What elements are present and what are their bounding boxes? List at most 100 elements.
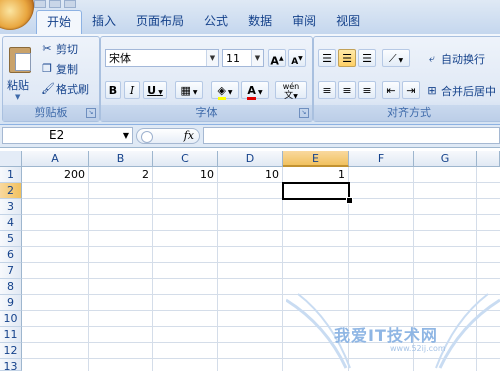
paste-icon[interactable] (7, 43, 33, 73)
clipboard-group: 粘贴 ▼ ✂ 剪切 ❐ 复制 🖌 格式刷 剪贴板 ↘ (2, 36, 100, 122)
chevron-down-icon[interactable]: ▼ (206, 50, 218, 66)
scissors-icon: ✂ (42, 42, 52, 55)
italic-button[interactable]: I (124, 81, 140, 99)
column-header-extra[interactable] (477, 151, 500, 167)
chevron-down-icon[interactable]: ▼ (251, 50, 263, 66)
column-header-c[interactable]: C (153, 151, 218, 167)
copy-button[interactable]: ❐ 复制 (41, 61, 78, 77)
font-size-value: 11 (226, 52, 240, 65)
align-top-button[interactable]: ☰ (318, 49, 336, 67)
copy-label: 复制 (56, 63, 78, 76)
tab-page-layout[interactable]: 页面布局 (126, 10, 194, 32)
cell-e1[interactable]: 1 (283, 167, 349, 183)
cell-a1[interactable]: 200 (22, 167, 89, 183)
phonetic-label: wén (282, 82, 300, 91)
align-bottom-button[interactable]: ☰ (358, 49, 376, 67)
align-top-icon: ☰ (322, 52, 332, 65)
tab-home[interactable]: 开始 (36, 10, 83, 34)
wrap-text-icon: ⤶ (428, 52, 436, 65)
quick-access-toolbar (34, 0, 194, 8)
wrap-text-label: 自动换行 (441, 53, 485, 66)
align-center-button[interactable]: ≡ (338, 81, 356, 99)
font-name-value: 宋体 (109, 52, 131, 65)
tab-review[interactable]: 审阅 (282, 10, 326, 32)
insert-function-area: fx (136, 128, 200, 144)
formula-bar: E2 ▼ fx (0, 125, 500, 148)
chevron-down-icon[interactable]: ▼ (123, 128, 129, 143)
copy-icon: ❐ (42, 62, 52, 75)
fill-handle[interactable] (346, 197, 353, 204)
expand-icon[interactable] (141, 131, 153, 143)
merge-center-button[interactable]: ⊞ 合并后居中 (426, 83, 496, 99)
format-painter-label: 格式刷 (56, 83, 89, 96)
tab-insert[interactable]: 插入 (82, 10, 126, 32)
cell-b1[interactable]: 2 (89, 167, 153, 183)
ribbon-tab-bar: 开始 插入 页面布局 公式 数据 审阅 视图 (0, 0, 500, 35)
column-header-b[interactable]: B (89, 151, 153, 167)
column-header-d[interactable]: D (218, 151, 283, 167)
decrease-indent-button[interactable]: ⇤ (382, 81, 400, 99)
chevron-down-icon[interactable]: ▼ (15, 93, 20, 101)
save-icon[interactable] (34, 0, 46, 8)
column-header-g[interactable]: G (414, 151, 477, 167)
align-middle-icon: ☰ (342, 52, 352, 65)
format-painter-button[interactable]: 🖌 格式刷 (41, 81, 89, 97)
undo-icon[interactable] (49, 0, 61, 8)
align-bottom-icon: ☰ (362, 52, 372, 65)
column-header-e[interactable]: E (283, 151, 349, 167)
grow-font-button[interactable]: A▲ (268, 49, 286, 68)
increase-indent-button[interactable]: ⇥ (402, 81, 420, 99)
paste-button-label[interactable]: 粘贴 (7, 77, 29, 93)
wrap-text-button[interactable]: ⤶ 自动换行 (426, 51, 485, 67)
grow-font-label: A (270, 54, 279, 68)
paintbrush-icon: 🖌 (41, 82, 55, 95)
font-size-select[interactable]: 11 ▼ (222, 49, 264, 67)
align-center-icon: ≡ (342, 84, 352, 97)
alignment-group-label: 对齐方式 (314, 105, 500, 121)
column-lines (0, 167, 500, 371)
orientation-icon: ⟋ (388, 52, 397, 65)
merge-cells-icon: ⊞ (427, 84, 437, 97)
font-group-label: 字体 (101, 105, 312, 121)
redo-icon[interactable] (64, 0, 76, 8)
font-name-select[interactable]: 宋体 ▼ (105, 49, 219, 67)
tab-view[interactable]: 视图 (326, 10, 370, 32)
align-right-button[interactable]: ≡ (358, 81, 376, 99)
align-middle-button[interactable]: ☰ (338, 49, 356, 67)
cut-label: 剪切 (56, 43, 78, 56)
cell-d1[interactable]: 10 (218, 167, 283, 183)
font-color-button[interactable]: A ▼ (241, 81, 269, 100)
increase-indent-icon: ⇥ (406, 84, 416, 97)
office-button[interactable] (0, 0, 34, 30)
font-color-label: A (247, 84, 256, 100)
borders-button[interactable]: ▦ ▼ (175, 81, 203, 99)
cell-c1[interactable]: 10 (153, 167, 218, 183)
orientation-button[interactable]: ⟋ ▼ (382, 49, 410, 67)
clipboard-launcher-icon[interactable]: ↘ (86, 108, 96, 118)
alignment-group: ☰ ☰ ☰ ⟋ ▼ ≡ ≡ ≡ ⇤ ⇥ ⤶ 自动换行 ⊞ 合并后居中 对齐方式 (313, 36, 500, 122)
tab-formulas[interactable]: 公式 (194, 10, 238, 32)
underline-button[interactable]: U ▼ (143, 81, 167, 99)
name-box-value: E2 (49, 128, 65, 142)
align-left-button[interactable]: ≡ (318, 81, 336, 99)
fill-color-button[interactable]: ◈ ▼ (211, 81, 239, 100)
font-launcher-icon[interactable]: ↘ (299, 108, 309, 118)
align-right-icon: ≡ (362, 84, 372, 97)
column-header-f[interactable]: F (349, 151, 414, 167)
select-all-corner[interactable] (0, 151, 22, 167)
cut-button[interactable]: ✂ 剪切 (41, 41, 78, 57)
insert-function-button[interactable]: fx (184, 129, 194, 142)
shrink-font-button[interactable]: A▼ (288, 49, 306, 67)
tab-data[interactable]: 数据 (238, 10, 282, 32)
formula-input[interactable] (203, 127, 500, 144)
font-group: 宋体 ▼ 11 ▼ A▲ A▼ B I U ▼ ▦ ▼ ◈ ▼ A ▼ wén … (100, 36, 313, 122)
align-left-icon: ≡ (322, 84, 332, 97)
phonetic-button[interactable]: wén 文▼ (275, 81, 307, 101)
bold-button[interactable]: B (105, 81, 121, 99)
paint-bucket-icon: ◈ (217, 84, 226, 100)
ribbon-home: 粘贴 ▼ ✂ 剪切 ❐ 复制 🖌 格式刷 剪贴板 ↘ 宋体 ▼ 11 ▼ A▲ (0, 34, 500, 125)
name-box[interactable]: E2 ▼ (2, 127, 133, 144)
active-cell-e2[interactable] (282, 182, 350, 200)
column-header-a[interactable]: A (22, 151, 89, 167)
decrease-indent-icon: ⇤ (386, 84, 396, 97)
